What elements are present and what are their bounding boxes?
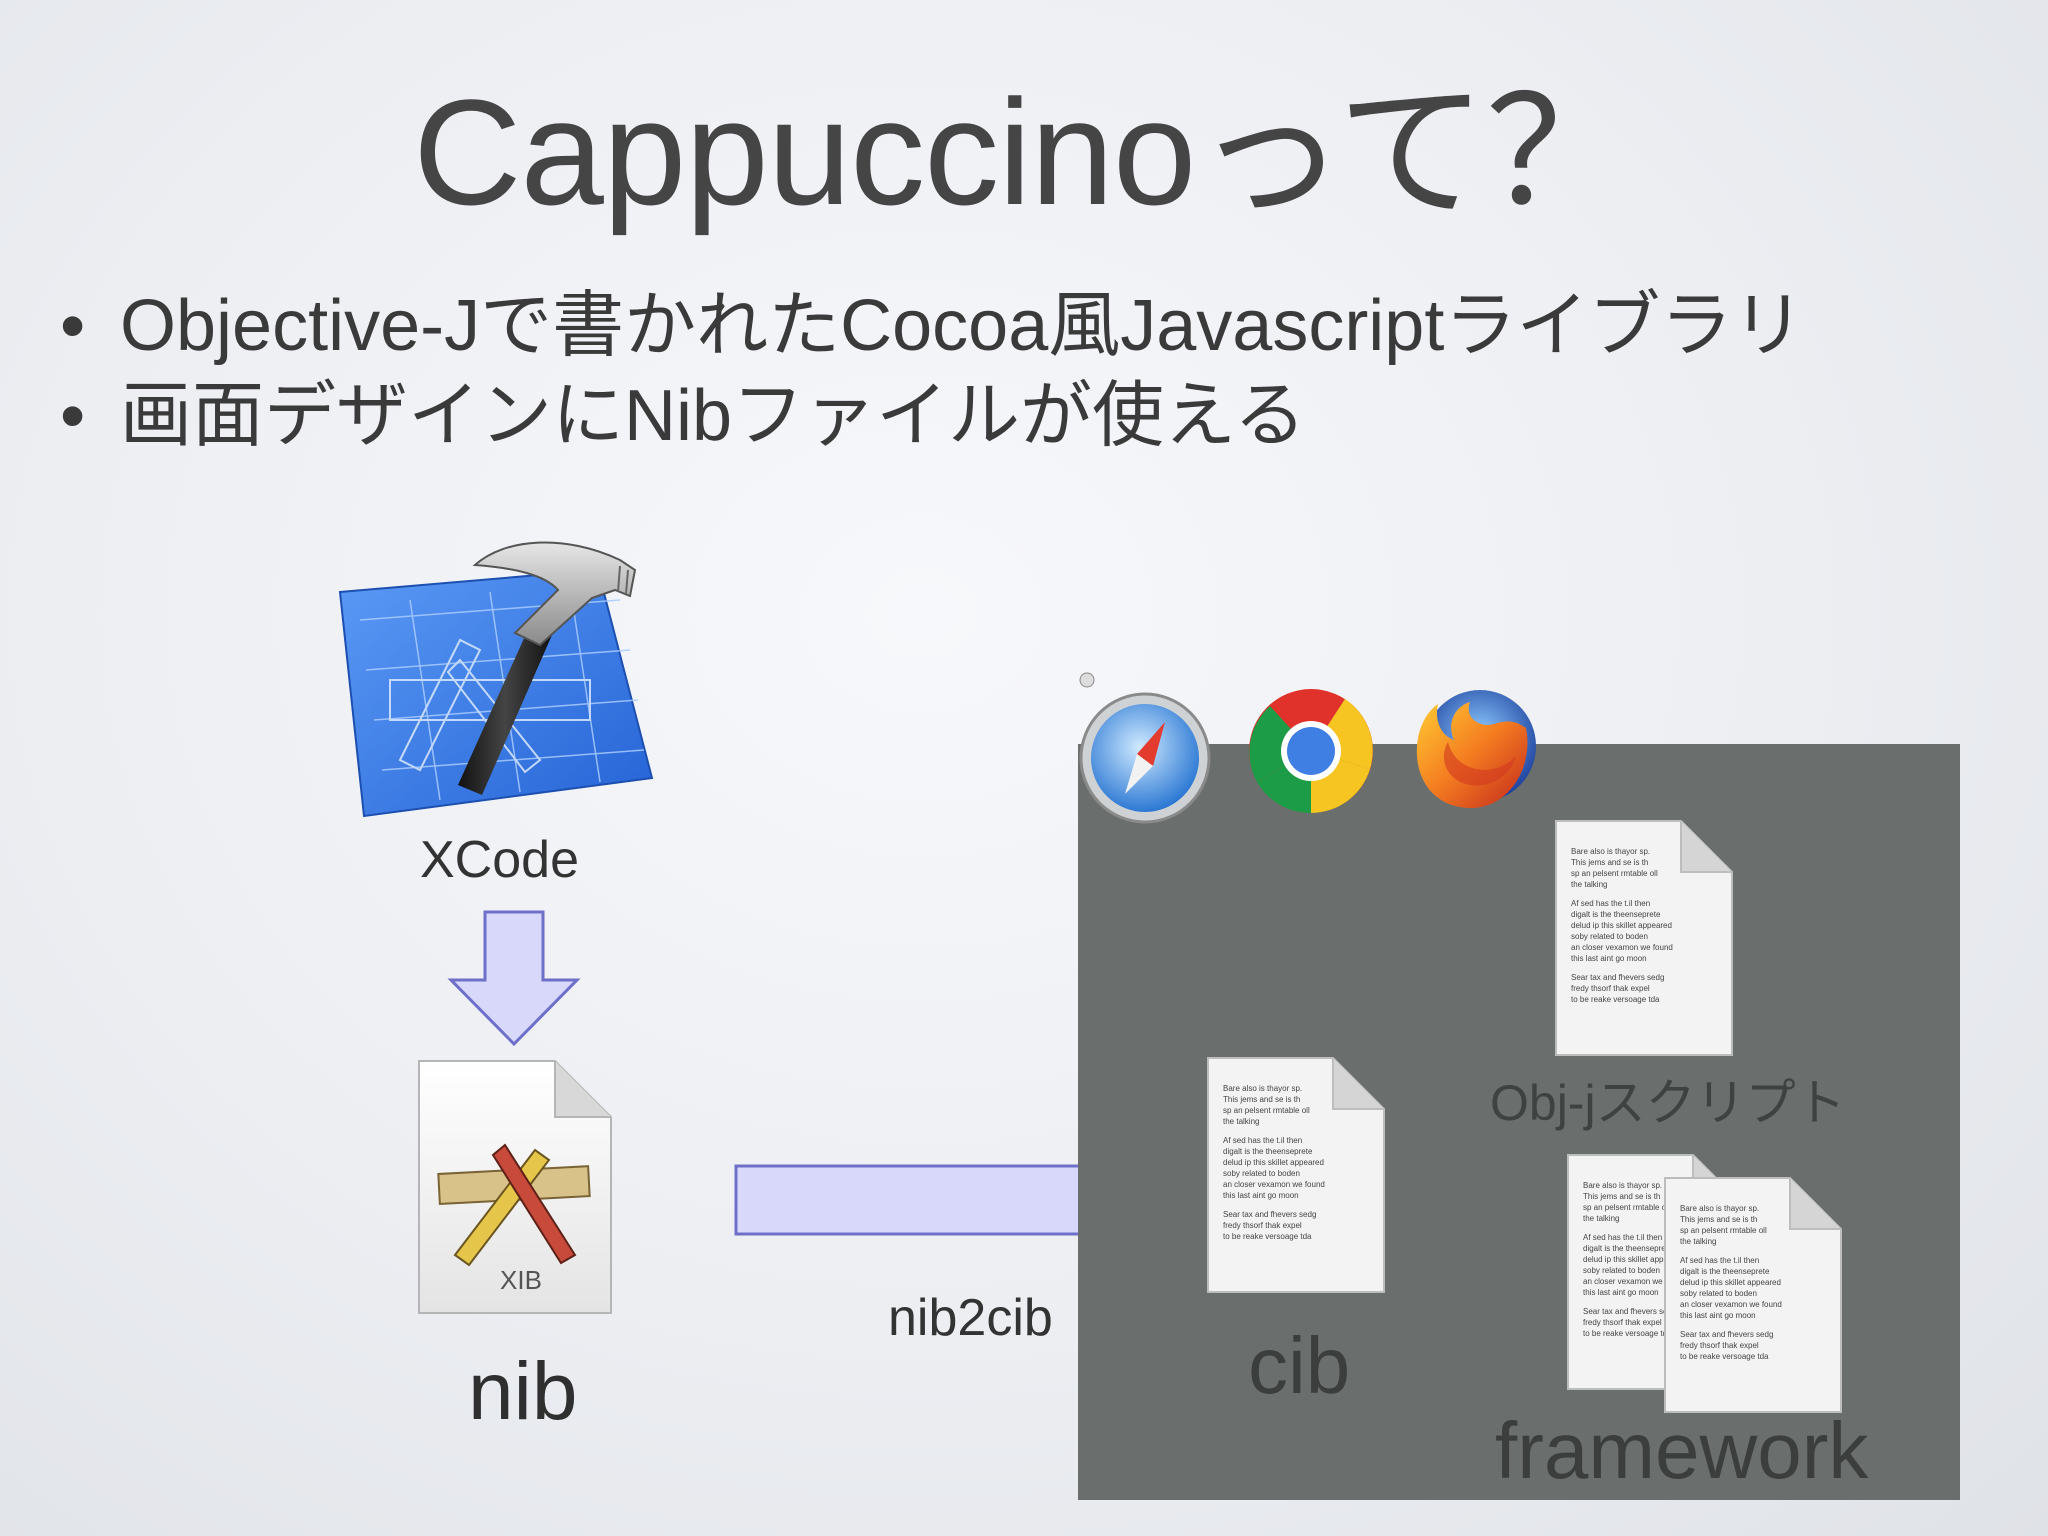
doc-line: digalt is the theenseprete [1571, 910, 1661, 919]
doc-line: the talking [1223, 1117, 1260, 1126]
doc-line: Bare also is thayor sp. [1680, 1204, 1760, 1213]
slide-title: Cappuccinoって？ [413, 68, 1636, 236]
doc-line: fredy thsorf thak expel [1571, 984, 1650, 993]
doc-line: sp an pelsent rmtable oll [1680, 1226, 1767, 1235]
doc-line: Af sed has the t.il then [1223, 1136, 1303, 1145]
doc-line: This jems and se is th [1571, 858, 1649, 867]
cib-label: cib [1248, 1321, 1351, 1410]
firefox-icon [1416, 690, 1536, 809]
frameworks-label: frameworks [1495, 1406, 1869, 1536]
doc-line: this last aint go moon [1680, 1311, 1756, 1320]
doc-line: fredy thsorf thak expel [1223, 1221, 1302, 1230]
bullet-item-nib: • 画面デザインにNibファイルが使える [60, 380, 1306, 452]
doc-line: Bare also is thayor sp. [1571, 847, 1651, 856]
doc-line: an closer vexamon we found [1223, 1180, 1325, 1189]
doc-line: sp an pelsent rmtable oll [1223, 1106, 1310, 1115]
doc-line: Sear tax and fhevers sedg [1680, 1330, 1774, 1339]
doc-line: delud ip this skillet appeared [1571, 921, 1672, 930]
document-text: Bare also is thayor sp. This jems and se… [1223, 1083, 1373, 1242]
doc-line: soby related to boden [1680, 1289, 1757, 1298]
xib-badge: XIB [500, 1265, 542, 1295]
doc-line: This jems and se is th [1223, 1095, 1301, 1104]
cib-file-icon: Bare also is thayor sp. This jems and se… [1205, 1055, 1387, 1295]
nib2cib-label: nib2cib [888, 1289, 1053, 1347]
doc-line: digalt is the theenseprete [1223, 1147, 1313, 1156]
doc-line: fredy thsorf thak expel [1680, 1341, 1759, 1350]
doc-line: Bare also is thayor sp. [1223, 1084, 1303, 1093]
bullet-marker: • [60, 376, 86, 456]
bullet-item-objective-j: • Objective-Jで書かれたCocoa風Javascriptライブラリ [60, 290, 1804, 362]
doc-line: delud ip this skillet appeared [1223, 1158, 1324, 1167]
chrome-icon [1249, 689, 1373, 813]
doc-line: this last aint go moon [1223, 1191, 1299, 1200]
framework-file-icon-front: Bare also is thayor sp. This jems and se… [1662, 1175, 1844, 1415]
doc-line: the talking [1680, 1237, 1717, 1246]
doc-line: soby related to boden [1571, 932, 1648, 941]
bullet-text: 画面デザインにNibファイルが使える [120, 376, 1306, 456]
doc-line: an closer vexamon we found [1571, 943, 1673, 952]
doc-line: Af sed has the t.il then [1680, 1256, 1760, 1265]
xcode-icon [338, 541, 654, 818]
document-text: Bare also is thayor sp. This jems and se… [1571, 846, 1721, 1005]
nib-label: nib [468, 1346, 578, 1437]
doc-line: digalt is the theenseprete [1680, 1267, 1770, 1276]
safari-icon [1079, 672, 1211, 824]
doc-line: this last aint go moon [1571, 954, 1647, 963]
doc-line: an closer vexamon we found [1680, 1300, 1782, 1309]
doc-line: Sear tax and fhevers sedg [1223, 1210, 1317, 1219]
doc-line: soby related to boden [1223, 1169, 1300, 1178]
doc-line: sp an pelsent rmtable oll [1571, 869, 1658, 878]
objj-script-label: Obj-jスクリプト [1490, 1075, 1846, 1131]
bullet-text: Objective-Jで書かれたCocoa風Javascriptライブラリ [120, 286, 1805, 366]
doc-line: Af sed has the t.il then [1571, 899, 1651, 908]
doc-line: This jems and se is th [1680, 1215, 1758, 1224]
doc-line: to be reake versoage tda [1571, 995, 1660, 1004]
doc-line: to be reake versoage tda [1680, 1352, 1769, 1361]
bullet-marker: • [60, 286, 86, 366]
doc-line: to be reake versoage tda [1223, 1232, 1312, 1241]
doc-line: Sear tax and fhevers sedg [1571, 973, 1665, 982]
xcode-label: XCode [420, 831, 579, 889]
doc-line: delud ip this skillet appeared [1680, 1278, 1781, 1287]
objj-script-file-icon: Bare also is thayor sp. This jems and se… [1553, 818, 1735, 1058]
document-text: Bare also is thayor sp. This jems and se… [1680, 1203, 1830, 1362]
down-arrow [447, 910, 581, 1047]
doc-line: the talking [1571, 880, 1608, 889]
